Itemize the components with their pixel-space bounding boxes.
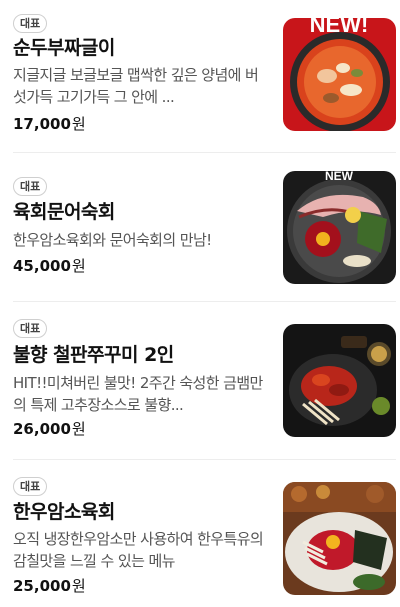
- photo-text: NEW!: [310, 18, 369, 37]
- price-unit: 원: [71, 420, 86, 438]
- price-value: 26,000: [13, 420, 71, 438]
- menu-name: 순두부짜글이: [13, 37, 115, 59]
- menu-price: 25,000원: [13, 576, 86, 596]
- price-unit: 원: [71, 115, 86, 133]
- menu-price: 17,000원: [13, 114, 86, 134]
- price-unit: 원: [71, 257, 86, 275]
- menu-item[interactable]: 대표 불향 철판쭈꾸미 2인 HIT!!미쳐버린 불맛! 2주간 숙성한 금뱀만…: [0, 302, 400, 459]
- menu-item[interactable]: 대표 육회문어숙회 한우암소육회와 문어숙회의 만남! 45,000원 NEW: [0, 153, 400, 301]
- menu-description: 오직 냉장한우암소만 사용하여 한우특유의 감칠맛을 느낄 수 있는 메뉴: [13, 530, 264, 570]
- menu-item[interactable]: 대표 한우암소육회 오직 냉장한우암소만 사용하여 한우특유의 감칠맛을 느낄 …: [0, 460, 400, 607]
- signature-badge: 대표: [13, 177, 48, 196]
- signature-badge: 대표: [13, 14, 48, 33]
- hanwoo-yukhoe-photo: [283, 482, 396, 595]
- price-value: 45,000: [13, 257, 71, 275]
- jjukkumi-iron-plate-photo: [283, 324, 396, 437]
- menu-photo[interactable]: [283, 324, 396, 437]
- yukhoe-octopus-photo: NEW: [283, 171, 396, 284]
- menu-photo[interactable]: NEW: [283, 171, 396, 284]
- price-value: 17,000: [13, 115, 71, 133]
- signature-badge: 대표: [13, 477, 48, 496]
- photo-text: NEW: [325, 171, 354, 183]
- menu-photo[interactable]: [283, 482, 396, 595]
- menu-list: 대표 순두부짜글이 지글지글 보글보글 맵싹한 깊은 양념에 버섯가득 고기가득…: [0, 0, 400, 607]
- signature-badge: 대표: [13, 319, 48, 338]
- menu-photo[interactable]: NEW!: [283, 18, 396, 131]
- price-unit: 원: [71, 577, 86, 595]
- menu-name: 한우암소육회: [13, 501, 115, 523]
- menu-price: 26,000원: [13, 419, 86, 439]
- menu-price: 45,000원: [13, 256, 86, 276]
- menu-name: 불향 철판쭈꾸미 2인: [13, 344, 174, 366]
- menu-name: 육회문어숙회: [13, 201, 115, 223]
- menu-item[interactable]: 대표 순두부짜글이 지글지글 보글보글 맵싹한 깊은 양념에 버섯가득 고기가득…: [0, 0, 400, 152]
- sundubu-jjageuli-photo: NEW!: [283, 18, 396, 131]
- price-value: 25,000: [13, 577, 71, 595]
- menu-description: HIT!!미쳐버린 불맛! 2주간 숙성한 금뱀만의 특제 고추장소스로 불향.…: [13, 374, 263, 414]
- menu-description: 한우암소육회와 문어숙회의 만남!: [13, 231, 212, 249]
- menu-description: 지글지글 보글보글 맵싹한 깊은 양념에 버섯가득 고기가득 그 안에 ...: [13, 66, 259, 106]
